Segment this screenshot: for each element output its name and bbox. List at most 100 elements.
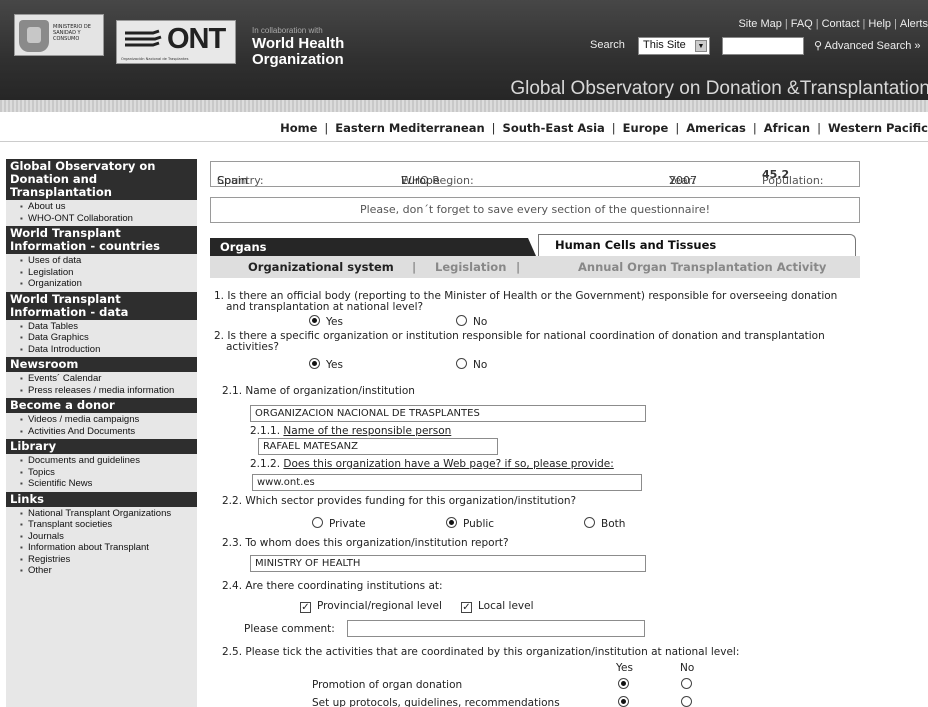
top-link-contact[interactable]: Contact	[822, 18, 860, 30]
nav-african[interactable]: African	[764, 121, 810, 135]
q1-yes-option[interactable]: Yes	[309, 315, 343, 328]
activity-promotion-no-radio[interactable]	[681, 678, 698, 691]
q1-yes-radio[interactable]	[309, 315, 320, 326]
sidebar-heading-links[interactable]: Links	[6, 491, 197, 507]
activity-protocols-yes-dot[interactable]	[618, 696, 629, 707]
top-link-site-map[interactable]: Site Map	[738, 18, 781, 30]
sidebar-item-scientific-news[interactable]: Scientific News	[20, 478, 197, 490]
sidebar-item-videos-media-campaigns[interactable]: Videos / media campaigns	[20, 414, 197, 426]
sidebar-item-legislation[interactable]: Legislation	[20, 267, 197, 279]
activity-promotion-no-dot[interactable]	[681, 678, 692, 689]
sidebar-item-events-calendar[interactable]: Events´ Calendar	[20, 373, 197, 385]
year-value: 2007	[669, 174, 697, 187]
top-link-faq[interactable]: FAQ	[791, 18, 813, 30]
top-link-alerts[interactable]: Alerts	[900, 18, 928, 30]
search-icon[interactable]: ⚲	[814, 40, 822, 52]
nav-home[interactable]: Home	[280, 121, 317, 135]
funding-public-option[interactable]: Public	[446, 517, 494, 530]
search-scope-value: This Site	[643, 39, 686, 51]
funding-both-radio[interactable]	[584, 517, 595, 528]
sidebar-item-topics[interactable]: Topics	[20, 467, 197, 479]
reports-to-field[interactable]: MINISTRY OF HEALTH	[250, 555, 646, 572]
funding-private-option[interactable]: Private	[312, 517, 366, 530]
provincial-level-option[interactable]: ✓ Provincial/regional level	[300, 600, 442, 613]
q1-no-radio[interactable]	[456, 315, 467, 326]
nav-americas[interactable]: Americas	[686, 121, 746, 135]
q211-number: 2.1.1.	[250, 425, 281, 437]
funding-both-option[interactable]: Both	[584, 517, 625, 530]
sidebar-heading-global-observatory[interactable]: Global Observatory on Donation and Trans…	[6, 159, 197, 200]
chevron-down-icon[interactable]: ▼	[695, 40, 707, 52]
nav-western-pacific[interactable]: Western Pacific	[828, 121, 928, 135]
nav-south-east-asia[interactable]: South-East Asia	[503, 121, 605, 135]
funding-public-radio[interactable]	[446, 517, 457, 528]
local-level-checkbox[interactable]: ✓	[461, 602, 472, 613]
q2-no-option[interactable]: No	[456, 358, 487, 371]
nav-eastern-mediterranean[interactable]: Eastern Mediterranean	[335, 121, 484, 135]
sidebar-item-information-about-transplant[interactable]: Information about Transplant	[20, 542, 197, 554]
q2-yes-radio[interactable]	[309, 358, 320, 369]
sidebar-item-transplant-societies[interactable]: Transplant societies	[20, 519, 197, 531]
activity-protocols-no-dot[interactable]	[681, 696, 692, 707]
tab-human-cells-tissues[interactable]: Human Cells and Tissues	[538, 234, 856, 256]
sidebar-heading-countries[interactable]: World Transplant Information - countries	[6, 226, 197, 254]
organization-name-field[interactable]: ORGANIZACION NACIONAL DE TRASPLANTES	[250, 405, 646, 422]
subtab-annual-activity[interactable]: Annual Organ Transplantation Activity	[578, 260, 826, 274]
nav-europe[interactable]: Europe	[623, 121, 669, 135]
activity-promotion-yes-dot[interactable]	[618, 678, 629, 689]
q2-yes-label: Yes	[326, 359, 343, 371]
comment-field[interactable]	[347, 620, 645, 637]
sidebar-item-activities-documents[interactable]: Activities And Documents	[20, 426, 197, 438]
subtab-legislation[interactable]: Legislation	[435, 260, 506, 274]
funding-private-radio[interactable]	[312, 517, 323, 528]
sidebar-item-uses-of-data[interactable]: Uses of data	[20, 255, 197, 267]
ministerio-logo[interactable]: Ministerio de Sanidad y Consumo	[14, 14, 104, 56]
separator: |	[412, 260, 417, 274]
q1-no-option[interactable]: No	[456, 315, 487, 328]
sidebar-item-data-introduction[interactable]: Data Introduction	[20, 344, 197, 356]
sidebar-heading-library[interactable]: Library	[6, 439, 197, 454]
sidebar-item-other[interactable]: Other	[20, 565, 197, 577]
sidebar-item-who-ont-collaboration[interactable]: WHO-ONT Collaboration	[20, 213, 197, 225]
activity-protocols-no-radio[interactable]	[681, 696, 698, 707]
responsible-person-field[interactable]: RAFAEL MATESANZ	[258, 438, 498, 455]
separator: |	[815, 18, 819, 30]
q212-text: Does this organization have a Web page? …	[283, 458, 614, 470]
sidebar-item-about-us[interactable]: About us	[20, 201, 197, 213]
sidebar-item-organization[interactable]: Organization	[20, 278, 197, 290]
who-collaboration[interactable]: In collaboration with World Health Organ…	[252, 26, 344, 68]
subtab-organizational-system[interactable]: Organizational system	[248, 260, 394, 274]
sidebar-heading-newsroom[interactable]: Newsroom	[6, 357, 197, 372]
sidebar-item-data-tables[interactable]: Data Tables	[20, 321, 197, 333]
separator: |	[516, 260, 521, 274]
advanced-search-link[interactable]: ⚲ Advanced Search »	[814, 39, 921, 52]
tab-organs[interactable]: Organs	[210, 238, 536, 256]
activity-protocols-label: Set up protocols, guidelines, recommenda…	[312, 697, 560, 707]
sidebar-heading-data[interactable]: World Transplant Information - data	[6, 291, 197, 320]
provincial-level-checkbox[interactable]: ✓	[300, 602, 311, 613]
web-page-field[interactable]: www.ont.es	[252, 474, 642, 491]
ont-logo[interactable]: ONT Organización Nacional de Trasplantes	[116, 20, 236, 64]
q2-yes-option[interactable]: Yes	[309, 358, 343, 371]
sub-tabs: Organizational system | Legislation | An…	[210, 256, 860, 278]
sidebar-item-documents-guidelines[interactable]: Documents and guidelines	[20, 455, 197, 467]
sidebar-heading-become-a-donor[interactable]: Become a donor	[6, 398, 197, 413]
sidebar: Global Observatory on Donation and Trans…	[6, 159, 197, 707]
sidebar-list: Videos / media campaigns Activities And …	[6, 413, 197, 439]
sidebar-item-registries[interactable]: Registries	[20, 554, 197, 566]
top-link-help[interactable]: Help	[868, 18, 891, 30]
sidebar-item-journals[interactable]: Journals	[20, 531, 197, 543]
collab-caption: In collaboration with	[252, 26, 323, 35]
activity-protocols-yes-radio[interactable]	[618, 696, 635, 707]
activity-promotion-yes-radio[interactable]	[618, 678, 635, 691]
search-scope-select[interactable]: This Site ▼	[638, 37, 710, 55]
q2-no-radio[interactable]	[456, 358, 467, 369]
sidebar-item-national-transplant-organizations[interactable]: National Transplant Organizations	[20, 508, 197, 520]
sidebar-item-press-releases[interactable]: Press releases / media information	[20, 385, 197, 397]
sidebar-item-data-graphics[interactable]: Data Graphics	[20, 332, 197, 344]
advanced-search-label[interactable]: Advanced Search »	[825, 40, 921, 52]
search-input[interactable]	[722, 37, 804, 55]
sidebar-list: Documents and guidelines Topics Scientif…	[6, 454, 197, 492]
activity-promotion-label: Promotion of organ donation	[312, 679, 463, 691]
local-level-option[interactable]: ✓ Local level	[461, 600, 534, 613]
